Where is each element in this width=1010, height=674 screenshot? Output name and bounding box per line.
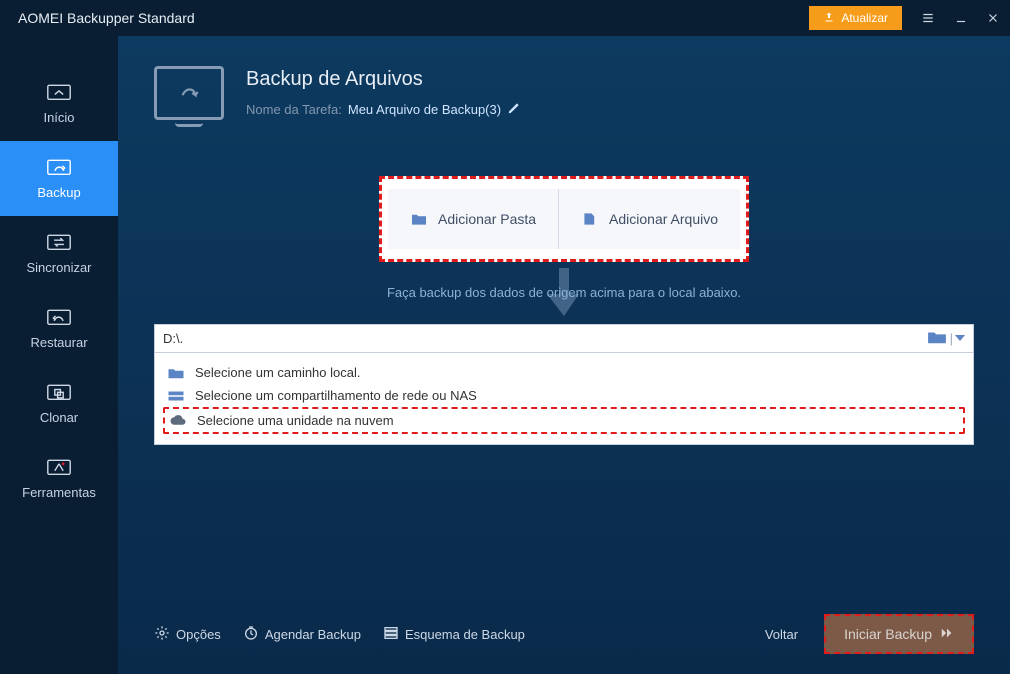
upload-icon [823, 11, 835, 26]
sidebar-item-sync[interactable]: Sincronizar [0, 216, 118, 291]
sidebar: Início Backup Sincronizar Restaurar Clon… [0, 36, 118, 674]
source-hint: Faça backup dos dados de origem acima pa… [387, 285, 741, 300]
close-icon[interactable] [986, 11, 1000, 25]
start-backup-button[interactable]: Iniciar Backup [824, 614, 974, 654]
sidebar-item-restore[interactable]: Restaurar [0, 291, 118, 366]
back-label: Voltar [765, 627, 798, 642]
sidebar-item-label: Clonar [40, 410, 78, 425]
options-label: Opções [176, 627, 221, 642]
task-label: Nome da Tarefa: [246, 102, 342, 117]
destination-path[interactable]: D:\. [163, 331, 183, 346]
clock-icon [243, 625, 259, 644]
dest-option-nas[interactable]: Selecione um compartilhamento de rede ou… [163, 384, 965, 407]
scheme-icon [383, 625, 399, 644]
dest-option-local[interactable]: Selecione um caminho local. [163, 361, 965, 384]
upgrade-label: Atualizar [841, 11, 888, 25]
main-panel: Backup de Arquivos Nome da Tarefa: Meu A… [118, 36, 1010, 674]
add-file-label: Adicionar Arquivo [609, 211, 718, 227]
chevron-right-icon [940, 626, 954, 642]
file-backup-icon [154, 66, 224, 120]
sidebar-item-label: Restaurar [30, 335, 87, 350]
options-link[interactable]: Opções [154, 625, 221, 644]
schedule-label: Agendar Backup [265, 627, 361, 642]
back-link[interactable]: Voltar [765, 627, 798, 642]
sidebar-item-home[interactable]: Início [0, 66, 118, 141]
dest-option-label: Selecione um caminho local. [195, 365, 360, 380]
scheme-link[interactable]: Esquema de Backup [383, 625, 525, 644]
add-folder-button[interactable]: Adicionar Pasta [388, 189, 558, 249]
menu-icon[interactable] [920, 11, 936, 25]
browse-icon[interactable] [926, 329, 948, 348]
sidebar-item-tools[interactable]: Ferramentas [0, 441, 118, 516]
minimize-icon[interactable] [954, 11, 968, 25]
browse-dropdown-icon[interactable] [955, 331, 965, 346]
dest-option-label: Selecione um compartilhamento de rede ou… [195, 388, 477, 403]
destination-head: D:\. | [155, 325, 973, 353]
page-title: Backup de Arquivos [246, 68, 521, 91]
schedule-link[interactable]: Agendar Backup [243, 625, 361, 644]
app-title: AOMEI Backupper Standard [18, 10, 809, 26]
gear-icon [154, 625, 170, 644]
footer: Opções Agendar Backup Esquema de Backup … [154, 586, 974, 654]
sidebar-item-label: Sincronizar [26, 260, 91, 275]
sidebar-item-backup[interactable]: Backup [0, 141, 118, 216]
window-controls [920, 11, 1000, 25]
page-header: Backup de Arquivos Nome da Tarefa: Meu A… [154, 66, 974, 120]
destination-list: Selecione um caminho local. Selecione um… [155, 353, 973, 444]
start-label: Iniciar Backup [844, 626, 932, 642]
edit-icon[interactable] [507, 101, 521, 118]
source-area: Adicionar Pasta Adicionar Arquivo Faça b… [154, 176, 974, 586]
scheme-label: Esquema de Backup [405, 627, 525, 642]
header-text: Backup de Arquivos Nome da Tarefa: Meu A… [246, 68, 521, 118]
dest-option-label: Selecione uma unidade na nuvem [197, 413, 394, 428]
add-source-box: Adicionar Pasta Adicionar Arquivo [379, 176, 749, 262]
task-name[interactable]: Meu Arquivo de Backup(3) [348, 102, 501, 117]
sidebar-item-label: Início [43, 110, 74, 125]
sidebar-item-clone[interactable]: Clonar [0, 366, 118, 441]
add-folder-label: Adicionar Pasta [438, 211, 536, 227]
destination-panel: D:\. | Selecione um caminho local. Selec… [154, 324, 974, 445]
dest-option-cloud[interactable]: Selecione uma unidade na nuvem [163, 407, 965, 434]
sidebar-item-label: Backup [37, 185, 80, 200]
upgrade-button[interactable]: Atualizar [809, 6, 902, 30]
titlebar: AOMEI Backupper Standard Atualizar [0, 0, 1010, 36]
sidebar-item-label: Ferramentas [22, 485, 96, 500]
add-file-button[interactable]: Adicionar Arquivo [558, 189, 740, 249]
